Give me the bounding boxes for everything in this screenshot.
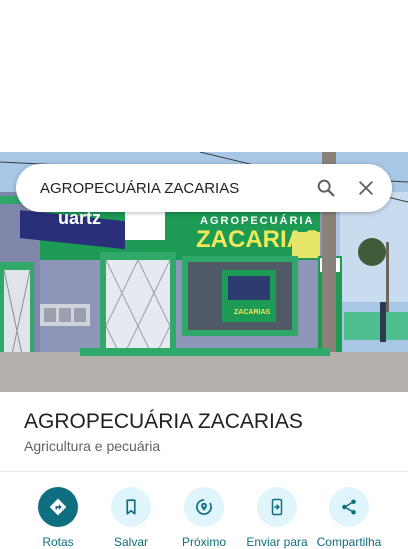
- share-label: Compartilha: [316, 535, 382, 549]
- directions-label: Rotas: [42, 535, 74, 549]
- place-category: Agricultura e pecuária: [24, 438, 161, 454]
- share-icon: [342, 499, 356, 515]
- svg-text:ZACARIAS: ZACARIAS: [234, 309, 270, 316]
- close-icon: [359, 181, 373, 195]
- nearby-icon: [196, 499, 212, 515]
- search-button[interactable]: [306, 168, 346, 208]
- send-to-phone-button[interactable]: Enviar para: [237, 487, 317, 549]
- action-bar: Rotas Salvar Próximo Enviar para Compart…: [0, 472, 408, 549]
- send-to-phone-circle: [257, 487, 297, 527]
- place-name: AGROPECUÁRIA ZACARIAS: [24, 410, 303, 433]
- search-bar: [16, 164, 392, 212]
- directions-button[interactable]: Rotas: [18, 487, 98, 549]
- search-icon: [317, 179, 335, 197]
- share-circle: [329, 487, 369, 527]
- directions-circle: [38, 487, 78, 527]
- send-to-phone-label: Enviar para: [246, 535, 308, 549]
- share-button[interactable]: Compartilha: [309, 487, 389, 549]
- nearby-circle: [184, 487, 224, 527]
- nearby-button[interactable]: Próximo: [164, 487, 244, 549]
- save-circle: [111, 487, 151, 527]
- directions-icon: [49, 498, 67, 516]
- save-button[interactable]: Salvar: [91, 487, 171, 549]
- search-input[interactable]: [16, 164, 306, 212]
- place-info: AGROPECUÁRIA ZACARIAS Agricultura e pecu…: [0, 392, 408, 472]
- send-to-phone-icon: [271, 498, 283, 516]
- save-label: Salvar: [113, 535, 148, 549]
- bookmark-icon: [126, 499, 136, 515]
- nearby-label: Próximo: [181, 535, 226, 549]
- clear-button[interactable]: [346, 168, 386, 208]
